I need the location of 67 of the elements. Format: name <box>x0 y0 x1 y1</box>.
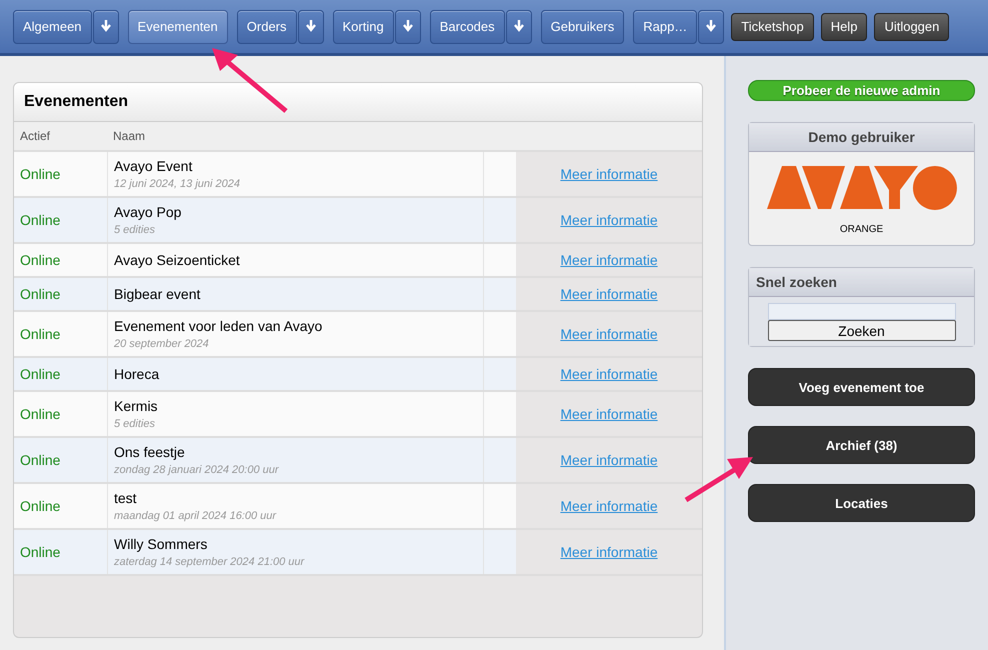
nav-button[interactable]: Uitloggen <box>874 12 950 40</box>
more-info-link[interactable]: Meer informatie <box>560 544 658 560</box>
event-detail: 20 september 2024 <box>114 338 210 350</box>
new-admin-button[interactable]: Probeer de nieuwe admin <box>748 80 975 101</box>
down-arrow-icon <box>705 18 718 32</box>
nav-tab[interactable]: Gebruikers <box>540 10 624 44</box>
dropdown-button[interactable] <box>92 10 119 44</box>
status-text: Online <box>20 452 60 468</box>
dropdown-button[interactable] <box>698 10 724 44</box>
status-text: Online <box>20 252 60 268</box>
status-text: Online <box>20 286 60 302</box>
action-button[interactable]: Archief (38) <box>748 426 975 464</box>
dropdown-button[interactable] <box>506 10 532 44</box>
column-header: Naam <box>113 129 146 143</box>
down-arrow-icon <box>512 18 525 32</box>
nav-tab[interactable]: Rapp… <box>633 10 698 44</box>
dropdown-button[interactable] <box>394 10 421 44</box>
panel-title: Evenementen <box>14 83 702 122</box>
nav-tab[interactable]: Korting <box>332 10 394 44</box>
event-detail: zaterdag 14 september 2024 21:00 uur <box>114 556 306 568</box>
action-button[interactable]: Locaties <box>748 484 975 522</box>
more-info-link[interactable]: Meer informatie <box>560 406 658 422</box>
status-text: Online <box>20 212 60 228</box>
more-info-link[interactable]: Meer informatie <box>560 166 658 182</box>
event-name: Bigbear event <box>114 286 202 302</box>
event-name: test <box>114 490 138 506</box>
nav-tab[interactable]: Algemeen <box>13 10 92 44</box>
search-field[interactable] <box>768 303 956 320</box>
box-title: Demo gebruiker <box>749 123 974 152</box>
status-text: Online <box>20 498 60 514</box>
dropdown-button[interactable] <box>298 10 324 44</box>
status-text: Online <box>20 406 60 422</box>
column-header: Actief <box>20 129 50 143</box>
nav-tab[interactable]: Evenementen <box>128 10 228 44</box>
nav-button[interactable]: Help <box>820 12 868 40</box>
nav-tab[interactable]: Orders <box>236 10 297 44</box>
event-detail: 5 edities <box>114 418 156 430</box>
more-info-link[interactable]: Meer informatie <box>560 498 658 514</box>
status-text: Online <box>20 544 60 560</box>
nav-tab[interactable]: Barcodes <box>430 10 505 44</box>
event-name: Avayo Pop <box>114 204 182 220</box>
more-info-link[interactable]: Meer informatie <box>560 452 658 468</box>
status-text: Online <box>20 326 60 342</box>
search-button[interactable]: Zoeken <box>768 320 956 341</box>
event-name: Avayo Seizoenticket <box>114 252 241 268</box>
down-arrow-icon <box>402 18 414 32</box>
event-name: Evenement voor leden van Avayo <box>114 318 324 334</box>
event-name: Willy Sommers <box>114 536 208 552</box>
action-button[interactable]: Voeg evenement toe <box>748 368 975 406</box>
event-detail: 5 edities <box>114 224 156 236</box>
more-info-link[interactable]: Meer informatie <box>560 212 658 228</box>
event-name: Ons feestje <box>114 444 186 460</box>
more-info-link[interactable]: Meer informatie <box>560 326 658 342</box>
event-detail: 12 juni 2024, 13 juni 2024 <box>114 178 241 190</box>
event-name: Kermis <box>114 398 159 414</box>
nav-button[interactable]: Ticketshop <box>731 12 814 40</box>
annotation-arrow <box>683 455 755 503</box>
event-name: Avayo Event <box>114 158 194 174</box>
down-arrow-icon <box>304 18 317 32</box>
logo-caption: ORANGE <box>840 224 884 235</box>
status-text: Online <box>20 166 60 182</box>
down-arrow-icon <box>100 18 112 32</box>
event-name: Horeca <box>114 366 160 382</box>
status-text: Online <box>20 366 60 382</box>
event-detail: zondag 28 januari 2024 20:00 uur <box>114 464 280 476</box>
box-title: Snel zoeken <box>749 268 974 297</box>
event-detail: maandag 01 april 2024 16:00 uur <box>114 510 278 522</box>
